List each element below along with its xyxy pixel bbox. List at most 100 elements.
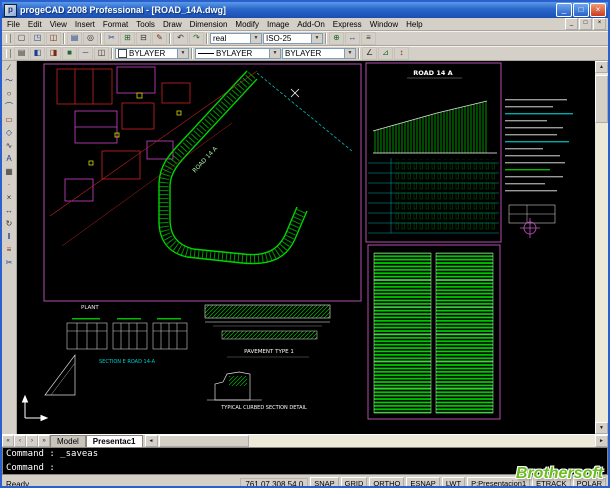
match-properties-button[interactable]: ✎ [152, 32, 167, 45]
chevron-down-icon[interactable]: ▼ [311, 34, 322, 43]
menu-edit[interactable]: Edit [24, 20, 46, 29]
move-tool[interactable]: ↔ [3, 205, 16, 218]
color-combo[interactable]: BYLAYER ▼ [115, 48, 189, 59]
layout-tab-bar: « ‹ › » Model Presentac1 ◄ ► [2, 434, 608, 447]
tab-next-button[interactable]: › [26, 435, 38, 447]
explorer-button[interactable]: ◫ [94, 47, 109, 60]
linetype-combo[interactable]: BYLAYER ▼ [195, 48, 281, 59]
lineweight-combo[interactable]: BYLAYER ▼ [282, 48, 356, 59]
redo-button[interactable]: ↷ [189, 32, 204, 45]
menu-express[interactable]: Express [329, 20, 366, 29]
polygon-tool[interactable]: ◇ [3, 127, 16, 140]
zoom-button[interactable]: ⊕ [329, 32, 344, 45]
tab-last-button[interactable]: » [38, 435, 50, 447]
elevation-button[interactable]: ↕ [394, 47, 409, 60]
properties-button[interactable]: ≡ [361, 32, 376, 45]
menu-dimension[interactable]: Dimension [186, 20, 232, 29]
chevron-down-icon[interactable]: ▼ [250, 34, 261, 43]
mdi-minimize-button[interactable]: _ [565, 18, 578, 30]
window-title: progeCAD 2008 Professional - [ROAD_14A.d… [20, 5, 226, 15]
hscroll-thumb[interactable] [159, 435, 249, 447]
menu-image[interactable]: Image [263, 20, 293, 29]
trim-tool[interactable]: ✂ [3, 257, 16, 270]
horizontal-scrollbar[interactable]: ◄ ► [145, 435, 609, 447]
hscroll-track[interactable] [158, 435, 596, 447]
scroll-down-icon[interactable]: ▼ [595, 422, 608, 434]
close-button[interactable]: × [590, 3, 606, 17]
lwt-toggle[interactable]: LWT [442, 477, 465, 488]
tab-prev-button[interactable]: ‹ [14, 435, 26, 447]
esnap-toggle[interactable]: ESNAP [406, 477, 439, 488]
rotate-tool[interactable]: ↻ [3, 218, 16, 231]
ucs-icon [23, 396, 48, 421]
polyline-tool[interactable]: 〜 [3, 75, 16, 88]
menu-format[interactable]: Format [99, 20, 132, 29]
linetype-manager-button[interactable]: ─ [78, 47, 93, 60]
mdi-restore-button[interactable]: □ [579, 18, 592, 30]
ortho-tool-button[interactable]: ∠ [362, 47, 377, 60]
hatch-tool[interactable]: ▦ [3, 166, 16, 179]
toolbar-separator [191, 48, 193, 59]
chevron-down-icon[interactable]: ▼ [269, 49, 280, 58]
undo-button[interactable]: ↶ [173, 32, 188, 45]
layers-button[interactable]: ▤ [14, 47, 29, 60]
new-button[interactable]: ▢ [14, 32, 29, 45]
text-tool[interactable]: A [3, 153, 16, 166]
menu-file[interactable]: File [3, 20, 24, 29]
curb-detail-label: TYPICAL CURBED SECTION DETAIL [220, 405, 307, 411]
layer-previous-button[interactable]: ◨ [46, 47, 61, 60]
scroll-up-icon[interactable]: ▲ [595, 61, 608, 73]
color-control-button[interactable]: ■ [62, 47, 77, 60]
maximize-button[interactable]: □ [573, 3, 589, 17]
tab-first-button[interactable]: « [2, 435, 14, 447]
tab-presentac1[interactable]: Presentac1 [86, 435, 143, 447]
paste-button[interactable]: ⊟ [136, 32, 151, 45]
mdi-close-button[interactable]: × [593, 18, 606, 30]
save-button[interactable]: ◫ [46, 32, 61, 45]
menu-tools[interactable]: Tools [132, 20, 159, 29]
minimize-button[interactable]: _ [556, 3, 572, 17]
arc-tool[interactable]: ⌒ [3, 101, 16, 114]
menu-help[interactable]: Help [402, 20, 426, 29]
spline-tool[interactable]: ∿ [3, 140, 16, 153]
measure-button[interactable]: ⊿ [378, 47, 393, 60]
rectangle-tool[interactable]: ▭ [3, 114, 16, 127]
menu-window[interactable]: Window [366, 20, 402, 29]
line-tool[interactable]: ∕ [3, 62, 16, 75]
command-input-line[interactable]: Command : [6, 463, 604, 473]
point-tool[interactable]: · [3, 179, 16, 192]
pan-button[interactable]: ↔ [345, 32, 360, 45]
layer-states-button[interactable]: ◧ [30, 47, 45, 60]
mirror-tool[interactable]: ‖ [3, 231, 16, 244]
dim-style-combo[interactable]: ISO-25 ▼ [263, 33, 323, 44]
grid-toggle[interactable]: GRID [341, 477, 368, 488]
scroll-left-icon[interactable]: ◄ [145, 435, 158, 447]
print-preview-button[interactable]: ◎ [83, 32, 98, 45]
cut-button[interactable]: ✂ [104, 32, 119, 45]
print-button[interactable]: ▤ [67, 32, 82, 45]
scroll-right-icon[interactable]: ► [595, 435, 608, 447]
menu-view[interactable]: View [46, 20, 71, 29]
snap-toggle[interactable]: SNAP [310, 477, 338, 488]
menu-addon[interactable]: Add-On [293, 20, 329, 29]
open-button[interactable]: ◳ [30, 32, 45, 45]
erase-tool[interactable]: × [3, 192, 16, 205]
ortho-toggle[interactable]: ORTHO [369, 477, 404, 488]
toolbar-grip[interactable] [6, 34, 11, 43]
toolbar-grip[interactable] [6, 49, 11, 58]
chevron-down-icon[interactable]: ▼ [344, 49, 355, 58]
vertical-scrollbar[interactable]: ▲ ▼ [595, 61, 608, 434]
text-style-combo[interactable]: real ▼ [210, 33, 262, 44]
tab-model[interactable]: Model [50, 435, 86, 447]
menu-modify[interactable]: Modify [231, 20, 263, 29]
circle-tool[interactable]: ○ [3, 88, 16, 101]
vscroll-thumb[interactable] [595, 75, 608, 123]
offset-tool[interactable]: ≡ [3, 244, 16, 257]
vscroll-track[interactable] [595, 73, 608, 422]
menu-draw[interactable]: Draw [159, 20, 186, 29]
menu-insert[interactable]: Insert [71, 20, 99, 29]
chevron-down-icon[interactable]: ▼ [177, 49, 188, 58]
app-icon: p [4, 4, 17, 17]
drawing-canvas[interactable]: ROAD 14 A PLANT ROAD 14 A [17, 61, 595, 434]
copy-button[interactable]: ⊞ [120, 32, 135, 45]
